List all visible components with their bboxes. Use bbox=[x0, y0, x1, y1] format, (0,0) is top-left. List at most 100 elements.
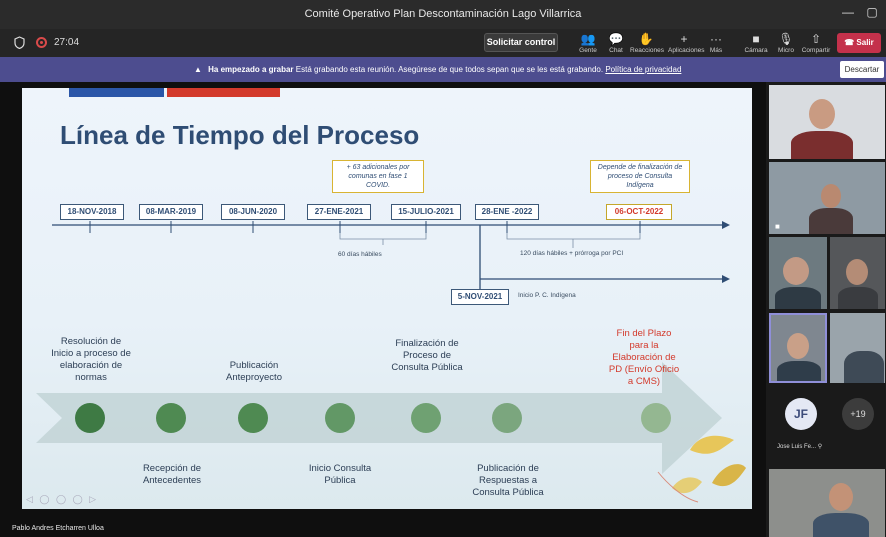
request-control-button[interactable]: Solicitar control bbox=[484, 33, 558, 52]
chat-icon: 💬 bbox=[608, 32, 624, 46]
people-label: Gente bbox=[579, 47, 597, 54]
mic-label: Micro bbox=[778, 47, 794, 54]
event-recepcion-antecedentes: Recepción de Antecedentes bbox=[142, 463, 202, 486]
share-label: Compartir bbox=[801, 47, 831, 54]
participant-name: Jose Luis Fe... ⚲ bbox=[777, 444, 823, 450]
more-button[interactable]: ··· Más bbox=[700, 31, 732, 54]
participant-face bbox=[783, 257, 809, 285]
event-inicio-consulta: Inicio Consulta Pública bbox=[308, 463, 372, 486]
span-60-days: 60 días hábiles bbox=[338, 251, 382, 258]
event-resolucion-inicio: Resolución de Inicio a proceso de elabor… bbox=[51, 336, 131, 383]
more-icon: ··· bbox=[710, 32, 722, 46]
participant-tile-2[interactable]: ■ bbox=[769, 162, 885, 234]
recording-banner: ▲ Ha empezado a grabar Está grabando est… bbox=[0, 57, 886, 82]
recording-text: Está grabando esta reunión. Asegúrese de… bbox=[295, 65, 604, 74]
more-label: Más bbox=[709, 47, 723, 54]
date-box-6: 28-ENE -2022 bbox=[475, 204, 539, 220]
participant-face bbox=[809, 99, 835, 129]
date-box-indigena: 5-NOV-2021 bbox=[451, 289, 509, 305]
milestone-circle-7 bbox=[641, 403, 671, 433]
more-participants-badge[interactable]: +19 bbox=[842, 398, 874, 430]
date-box-3: 08-JUN-2020 bbox=[221, 204, 285, 220]
note-covid: + 63 adicionales por comunas en fase 1 C… bbox=[332, 160, 424, 193]
shield-icon bbox=[14, 36, 25, 49]
event-publicacion-respuestas: Publicación de Respuestas a Consulta Púb… bbox=[472, 463, 544, 498]
participant-tile-3[interactable] bbox=[769, 237, 827, 309]
participant-tile-4[interactable] bbox=[830, 237, 885, 309]
mic-button[interactable]: 🎙 Micro bbox=[770, 31, 802, 54]
milestone-circle-2 bbox=[156, 403, 186, 433]
milestone-circle-1 bbox=[75, 403, 105, 433]
note-consulta-indigena: Depende de finalización de proceso de Co… bbox=[590, 160, 690, 193]
date-box-4: 27-ENE-2021 bbox=[307, 204, 371, 220]
date-box-1: 18-NOV-2018 bbox=[60, 204, 124, 220]
camera-label: Cámara bbox=[744, 47, 768, 54]
camera-icon: ■ bbox=[752, 32, 760, 46]
participant-face bbox=[829, 483, 853, 511]
camera-button[interactable]: ■ Cámara bbox=[740, 31, 772, 54]
event-publicacion-anteproyecto: Publicación Anteproyecto bbox=[226, 360, 282, 383]
span-120-days: 120 días hábiles + prórroga por PCI bbox=[520, 250, 624, 257]
participant-face bbox=[787, 333, 809, 359]
privacy-link[interactable]: Política de privacidad bbox=[605, 65, 681, 74]
plus-icon: + bbox=[680, 32, 688, 46]
branch-label: Inicio P. C. Indígena bbox=[518, 292, 576, 299]
participant-face bbox=[821, 184, 841, 208]
participant-tile-6[interactable] bbox=[830, 313, 885, 383]
mic-off-icon: ⚲ bbox=[817, 444, 823, 450]
slide-controls[interactable]: ◁ ◯ ◯ ◯ ▷ bbox=[26, 494, 98, 505]
event-fin-plazo: Fin del Plazo para la Elaboración de PD … bbox=[608, 328, 680, 387]
main-timeline-arrow bbox=[722, 221, 730, 229]
participant-tile-1[interactable] bbox=[769, 85, 885, 159]
recording-icon bbox=[36, 37, 47, 48]
title-bar: Comité Operativo Plan Descontaminación L… bbox=[0, 0, 886, 29]
milestone-circle-5 bbox=[411, 403, 441, 433]
date-box-deadline: 06-OCT-2022 bbox=[606, 204, 672, 220]
chat-button[interactable]: 💬 Chat bbox=[600, 31, 632, 54]
apps-button[interactable]: + Aplicaciones bbox=[668, 31, 705, 54]
window-title: Comité Operativo Plan Descontaminación L… bbox=[304, 8, 582, 20]
participant-body bbox=[777, 361, 821, 381]
milestone-circle-3 bbox=[238, 403, 268, 433]
milestone-circle-6 bbox=[492, 403, 522, 433]
date-box-2: 08-MAR-2019 bbox=[139, 204, 203, 220]
participant-face bbox=[846, 259, 868, 285]
presenter-name: Pablo Andres Etcharren Ulloa bbox=[12, 525, 104, 532]
participant-tile-active[interactable] bbox=[769, 313, 827, 383]
mic-off-icon: ■ bbox=[775, 222, 780, 231]
maximize-button[interactable]: ▢ bbox=[862, 5, 882, 19]
participant-body bbox=[844, 351, 884, 383]
participant-body bbox=[838, 287, 878, 309]
participant-gallery: ■ JF +19 Jose Luis Fe... ⚲ bbox=[766, 82, 886, 537]
participant-tile-7[interactable] bbox=[769, 469, 885, 537]
branch-timeline-arrow bbox=[722, 275, 730, 283]
bracket-120-days bbox=[506, 233, 641, 240]
dismiss-button[interactable]: Descartar bbox=[840, 61, 884, 78]
recording-strong: Ha empezado a grabar bbox=[208, 65, 294, 74]
mic-off-icon: 🎙 bbox=[778, 32, 794, 46]
phone-icon: ☎ bbox=[844, 38, 857, 47]
bracket-60-days bbox=[339, 233, 427, 240]
reactions-icon: ✋ bbox=[638, 32, 654, 46]
meeting-toolbar: 27:04 Solicitar control 👥 Gente 💬 Chat ✋… bbox=[0, 29, 886, 57]
share-button[interactable]: ⇧ Compartir bbox=[800, 31, 832, 54]
meeting-timer: 27:04 bbox=[54, 37, 80, 48]
event-finalizacion-consulta: Finalización de Proceso de Consulta Públ… bbox=[391, 338, 463, 373]
recording-message: ▲ Ha empezado a grabar Está grabando est… bbox=[194, 65, 681, 74]
date-box-5: 15-JULIO-2021 bbox=[391, 204, 461, 220]
presentation-slide: Línea de Tiempo del Proceso 18-NOV-2018 … bbox=[22, 88, 752, 509]
reactions-button[interactable]: ✋ Reacciones bbox=[630, 31, 664, 54]
timeline-graphic bbox=[36, 221, 746, 503]
participant-body bbox=[813, 513, 869, 537]
minimize-button[interactable]: — bbox=[838, 5, 858, 19]
leave-label: Salir bbox=[856, 38, 874, 47]
reactions-label: Reacciones bbox=[630, 47, 664, 54]
shared-screen: Línea de Tiempo del Proceso 18-NOV-2018 … bbox=[0, 82, 766, 537]
participant-body bbox=[791, 131, 853, 159]
milestone-circle-4 bbox=[325, 403, 355, 433]
chat-label: Chat bbox=[609, 47, 623, 54]
leave-button[interactable]: ☎ Salir bbox=[837, 33, 881, 53]
participant-body bbox=[775, 287, 821, 309]
participant-avatar[interactable]: JF bbox=[785, 398, 817, 430]
warning-icon: ▲ bbox=[194, 65, 202, 74]
